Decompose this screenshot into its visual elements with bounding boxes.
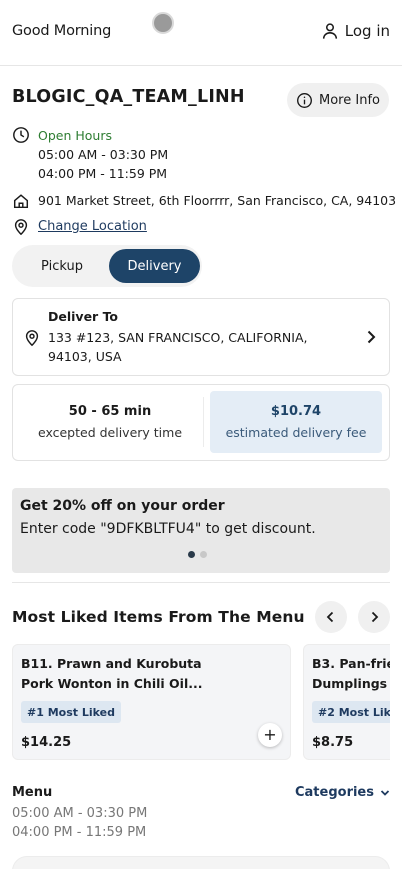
location-pin-icon	[25, 330, 39, 347]
change-location-link[interactable]: Change Location	[38, 218, 147, 236]
delivery-fee-box: $10.74 estimated delivery fee	[210, 391, 382, 453]
categories-label: Categories	[294, 785, 374, 800]
order-mode-toggle: Pickup Delivery	[12, 245, 202, 287]
info-icon	[297, 92, 312, 108]
plus-icon: +	[263, 725, 277, 744]
delivery-tab[interactable]: Delivery	[109, 249, 200, 283]
deliver-to-card[interactable]: Deliver To 133 #123, SAN FRANCISCO, CALI…	[12, 298, 390, 376]
pickup-tab[interactable]: Pickup	[16, 249, 108, 283]
login-label: Log in	[344, 22, 390, 40]
delivery-estimates-card: 50 - 65 min excepted delivery time $10.7…	[12, 384, 390, 461]
delivery-time-label: excepted delivery time	[37, 425, 183, 440]
more-info-button[interactable]: More Info	[287, 83, 389, 117]
store-address: 901 Market Street, 6th Floorrrr, San Fra…	[38, 193, 397, 208]
deliver-to-address: 133 #123, SAN FRANCISCO, CALIFORNIA, 941…	[48, 330, 308, 364]
menu-hours-line-1: 05:00 AM - 03:30 PM	[12, 806, 148, 821]
item-price: $8.75	[312, 735, 354, 750]
login-button[interactable]: Log in	[321, 22, 390, 40]
top-header: Good Morning Log in	[0, 0, 402, 66]
promo-title: Get 20% off on your order	[20, 498, 225, 514]
clock-icon	[13, 127, 29, 143]
search-bar[interactable]	[12, 856, 390, 869]
menu-hours-line-2: 04:00 PM - 11:59 PM	[12, 825, 147, 840]
most-liked-carousel: B11. Prawn and Kurobuta Pork Wonton in C…	[12, 644, 390, 762]
delivery-fee-value: $10.74	[270, 404, 322, 419]
promo-text: Enter code "9DFKBLTFU4" to get discount.	[20, 521, 316, 537]
home-icon	[13, 194, 29, 209]
change-location-row: Change Location	[12, 218, 147, 236]
delivery-time-box: 50 - 65 min excepted delivery time	[21, 391, 199, 453]
menu-item-card[interactable]: B11. Prawn and Kurobuta Pork Wonton in C…	[12, 644, 291, 760]
carousel-next-button[interactable]	[358, 601, 390, 633]
address-row: 901 Market Street, 6th Floorrrr, San Fra…	[12, 192, 396, 210]
carousel-dots	[188, 551, 207, 558]
chevron-right-icon	[367, 330, 376, 344]
most-liked-title: Most Liked Items From The Menu	[12, 608, 305, 626]
item-name: B11. Prawn and Kurobuta Pork Wonton in C…	[21, 656, 203, 691]
promo-banner[interactable]: Get 20% off on your order Enter code "9D…	[12, 488, 390, 573]
avatar-dot	[152, 12, 174, 34]
delivery-fee-label: estimated delivery fee	[225, 425, 367, 440]
open-hours-label: Open Hours	[38, 128, 112, 143]
carousel-dot-1[interactable]	[188, 551, 195, 558]
chevron-down-icon	[380, 789, 390, 796]
menu-hours: 05:00 AM - 03:30 PM 04:00 PM - 11:59 PM	[12, 804, 147, 842]
item-name: B3. Pan-fried Pork Dumplings	[312, 656, 390, 691]
open-hours-row: Open Hours 05:00 AM - 03:30 PM 04:00 PM …	[12, 126, 168, 183]
greeting-text: Good Morning	[12, 23, 112, 39]
location-pin-icon	[14, 219, 28, 236]
estimates-divider	[203, 397, 204, 447]
menu-label: Menu	[12, 785, 53, 800]
hours-line-1: 05:00 AM - 03:30 PM	[38, 147, 169, 162]
store-name: BLOGIC_QA_TEAM_LINH	[12, 87, 245, 107]
user-icon	[322, 23, 337, 39]
most-liked-badge: #1 Most Liked	[21, 701, 121, 723]
chevron-left-icon	[326, 611, 334, 623]
delivery-time-value: 50 - 65 min	[68, 404, 152, 419]
most-liked-badge: #2 Most Liked	[312, 701, 390, 723]
item-price: $14.25	[21, 735, 72, 750]
section-divider	[12, 582, 390, 583]
carousel-dot-2[interactable]	[200, 551, 207, 558]
more-info-label: More Info	[319, 92, 380, 108]
chevron-right-icon	[371, 611, 379, 623]
menu-item-card[interactable]: B3. Pan-fried Pork Dumplings #2 Most Lik…	[303, 644, 390, 760]
hours-line-2: 04:00 PM - 11:59 PM	[38, 166, 168, 181]
deliver-to-title: Deliver To	[48, 309, 119, 324]
carousel-prev-button[interactable]	[315, 601, 347, 633]
add-item-button[interactable]: +	[258, 723, 282, 747]
categories-dropdown[interactable]: Categories	[295, 785, 390, 800]
